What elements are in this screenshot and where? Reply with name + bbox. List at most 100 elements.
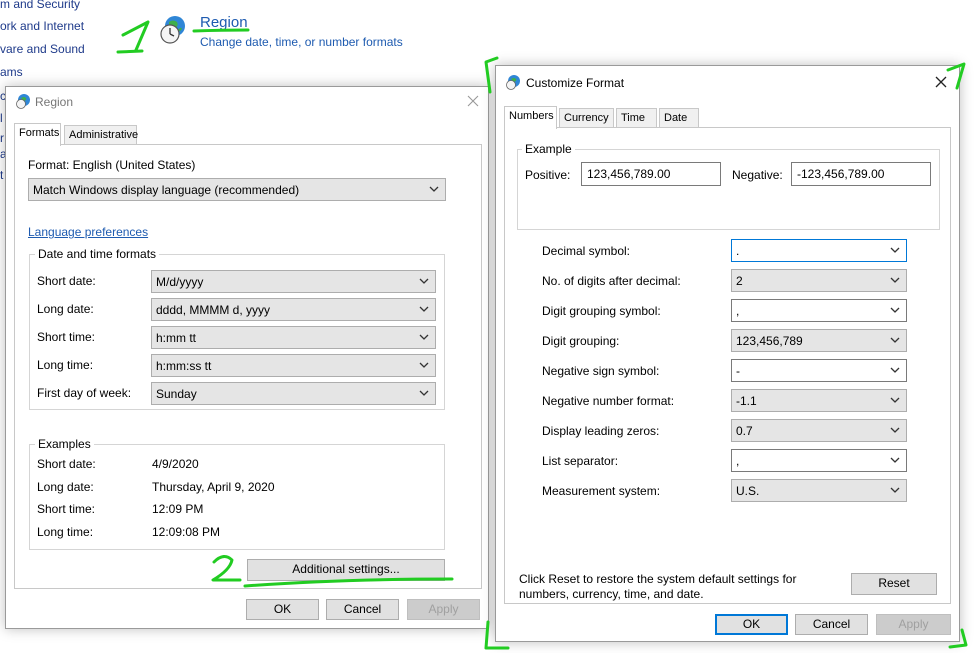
region-apply-button[interactable]: Apply: [407, 599, 480, 620]
tab-administrative[interactable]: Administrative: [64, 125, 138, 145]
tab-formats[interactable]: Formats: [14, 123, 61, 146]
list-separator-value: ,: [736, 454, 740, 468]
example-long-time-label: Long time:: [37, 525, 94, 539]
cp-nav-fragment-5[interactable]: t: [0, 168, 3, 182]
cp-nav-programs[interactable]: ams: [0, 65, 23, 79]
long-time-select[interactable]: h:mm:ss tt: [151, 354, 436, 377]
list-separator-select[interactable]: ,: [731, 449, 907, 472]
digits-after-decimal-label: No. of digits after decimal:: [542, 274, 681, 288]
region-titlebar[interactable]: Region: [6, 87, 488, 117]
short-time-label: Short time:: [37, 330, 96, 344]
cp-nav-fragment-3[interactable]: r: [0, 131, 4, 145]
format-select-value: Match Windows display language (recommen…: [33, 183, 300, 197]
negative-sign-symbol-select[interactable]: -: [731, 359, 907, 382]
digit-grouping-symbol-select[interactable]: ,: [731, 299, 907, 322]
region-clock-globe-icon[interactable]: [157, 14, 189, 46]
cp-nav-hardware[interactable]: vare and Sound: [0, 42, 85, 56]
chevron-down-icon: [889, 483, 901, 497]
digit-grouping-symbol-value: ,: [736, 304, 740, 318]
chevron-down-icon: [889, 333, 901, 347]
region-close-button[interactable]: [460, 89, 486, 113]
annotation-step-1-mark: [121, 20, 150, 52]
customize-ok-button[interactable]: OK: [715, 614, 788, 635]
customize-format-dialog: Customize Format Numbers Currency Time D…: [495, 65, 960, 642]
decimal-symbol-value: .: [736, 244, 740, 258]
negative-sign-symbol-label: Negative sign symbol:: [542, 364, 660, 378]
customize-titlebar[interactable]: Customize Format: [496, 66, 959, 96]
short-date-label: Short date:: [37, 274, 96, 288]
chevron-down-icon: [889, 303, 901, 317]
cp-nav-security[interactable]: m and Security: [0, 0, 80, 11]
close-icon: [467, 95, 479, 107]
reset-info-text: Click Reset to restore the system defaul…: [519, 572, 797, 601]
chevron-down-icon: [418, 386, 430, 400]
first-day-label: First day of week:: [37, 386, 132, 400]
digits-after-decimal-value: 2: [736, 274, 743, 288]
negative-number-format-label: Negative number format:: [542, 394, 675, 408]
region-cancel-button[interactable]: Cancel: [326, 599, 399, 620]
long-date-label: Long date:: [37, 302, 94, 316]
numbers-tab-pane: Example Positive: 123,456,789.00 Negativ…: [504, 127, 951, 604]
example-group-title: Example: [522, 142, 575, 156]
customize-dialog-title: Customize Format: [526, 76, 625, 90]
region-ok-button[interactable]: OK: [246, 599, 319, 620]
tab-numbers[interactable]: Numbers: [504, 106, 557, 129]
region-tabs: Formats Administrative: [14, 123, 214, 146]
tab-date[interactable]: Date: [659, 108, 699, 128]
region-dialog: Region Formats Administrative Format: En…: [5, 86, 489, 629]
short-date-select[interactable]: M/d/yyyy: [151, 270, 436, 293]
chevron-down-icon: [418, 330, 430, 344]
additional-settings-button[interactable]: Additional settings...: [247, 559, 445, 581]
tab-time[interactable]: Time: [616, 108, 657, 128]
language-preferences-link[interactable]: Language preferences: [28, 225, 148, 239]
region-globe-icon: [15, 93, 31, 109]
cp-nav-network[interactable]: ork and Internet: [0, 19, 84, 33]
leading-zeros-select[interactable]: 0.7: [731, 419, 907, 442]
digit-grouping-symbol-label: Digit grouping symbol:: [542, 304, 661, 318]
customize-apply-button[interactable]: Apply: [876, 614, 951, 635]
date-time-formats-title: Date and time formats: [35, 247, 160, 261]
region-dialog-title: Region: [35, 95, 74, 109]
leading-zeros-value: 0.7: [736, 424, 753, 438]
region-change-formats-link[interactable]: Change date, time, or number formats: [200, 35, 403, 49]
short-time-value: h:mm tt: [156, 331, 197, 345]
region-link-title[interactable]: Region: [200, 14, 248, 31]
chevron-down-icon: [418, 274, 430, 288]
chevron-down-icon: [889, 423, 901, 437]
chevron-down-icon: [889, 243, 901, 257]
short-date-value: M/d/yyyy: [156, 275, 204, 289]
digits-after-decimal-select[interactable]: 2: [731, 269, 907, 292]
measurement-system-value: U.S.: [736, 484, 760, 498]
customize-tabs: Numbers Currency Time Date: [504, 106, 724, 129]
long-date-select[interactable]: dddd, MMMM d, yyyy: [151, 298, 436, 321]
chevron-down-icon: [428, 182, 440, 196]
chevron-down-icon: [889, 453, 901, 467]
format-label: Format: English (United States): [28, 158, 196, 172]
reset-button[interactable]: Reset: [851, 573, 937, 595]
examples-title: Examples: [35, 437, 94, 451]
chevron-down-icon: [889, 273, 901, 287]
cp-nav-fragment-2[interactable]: l: [0, 111, 3, 125]
example-short-time-label: Short time:: [37, 502, 96, 516]
negative-number-format-select[interactable]: -1.1: [731, 389, 907, 412]
negative-example-field: -123,456,789.00: [791, 162, 931, 186]
positive-label: Positive:: [525, 168, 571, 182]
format-select[interactable]: Match Windows display language (recommen…: [28, 178, 446, 201]
close-icon: [935, 76, 947, 88]
example-short-time-value: 12:09 PM: [152, 502, 204, 516]
short-time-select[interactable]: h:mm tt: [151, 326, 436, 349]
tab-currency[interactable]: Currency: [559, 108, 614, 128]
example-short-date-label: Short date:: [37, 457, 96, 471]
digit-grouping-select[interactable]: 123,456,789: [731, 329, 907, 352]
measurement-system-select[interactable]: U.S.: [731, 479, 907, 502]
decimal-symbol-label: Decimal symbol:: [542, 244, 631, 258]
example-long-time-value: 12:09:08 PM: [152, 525, 221, 539]
example-short-date-value: 4/9/2020: [152, 457, 199, 471]
decimal-symbol-select[interactable]: .: [731, 239, 907, 262]
example-long-date-label: Long date:: [37, 480, 94, 494]
customize-cancel-button[interactable]: Cancel: [795, 614, 868, 635]
formats-tab-pane: Format: English (United States) Match Wi…: [14, 144, 482, 589]
long-time-label: Long time:: [37, 358, 94, 372]
customize-close-button[interactable]: [928, 70, 954, 94]
first-day-select[interactable]: Sunday: [151, 382, 436, 405]
